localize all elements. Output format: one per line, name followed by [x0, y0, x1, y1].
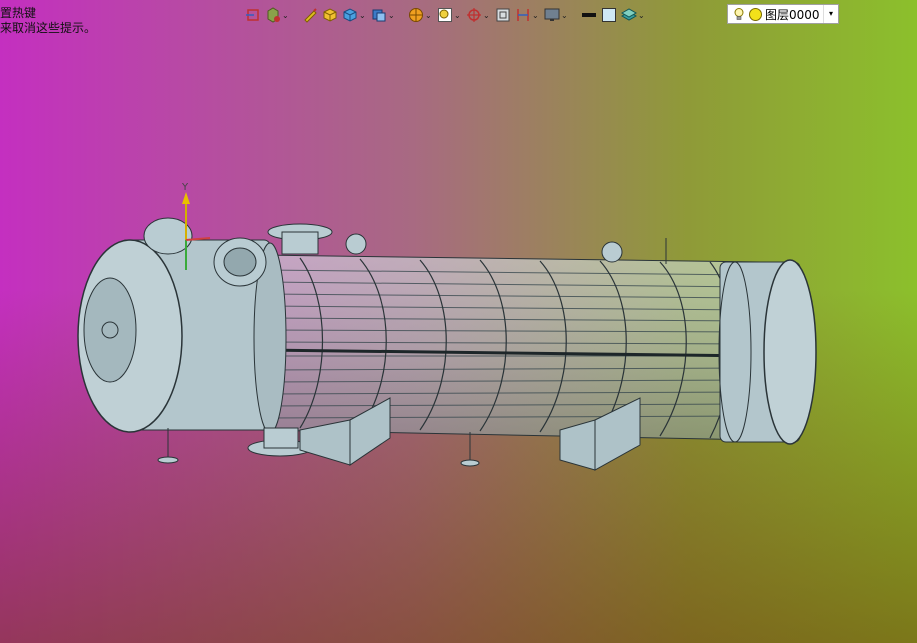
svg-text:Y: Y [181, 182, 189, 193]
fill-color-button[interactable] [600, 4, 618, 26]
rotate-view-button[interactable]: ⌄ [465, 4, 492, 26]
monitor-dropdown-icon: ⌄ [561, 10, 568, 20]
fill-color-icon [602, 8, 616, 22]
line-color-button[interactable] [580, 4, 598, 26]
shell-body [259, 254, 761, 441]
layer-stack-dropdown-icon: ⌄ [638, 10, 645, 20]
zoom-fit-icon [438, 8, 452, 22]
rotate-view-dropdown-icon: ⌄ [483, 10, 490, 20]
cube-3d-icon [343, 8, 357, 22]
lightbulb-icon[interactable] [732, 7, 746, 21]
render-button[interactable]: ⌄ [407, 4, 434, 26]
view-orient-icon [246, 9, 259, 21]
view-orient-button[interactable] [244, 4, 262, 26]
monitor-icon [544, 8, 560, 21]
shaded-cube-icon [323, 8, 337, 22]
render-sphere-icon [409, 8, 423, 22]
shaded-button[interactable] [321, 4, 339, 26]
render-dropdown-icon: ⌄ [425, 10, 432, 20]
heat-exchanger-model[interactable]: Y [0, 0, 917, 643]
hint-line-2: 来取消这些提示。 [0, 21, 97, 35]
cube-3d-button[interactable]: ⌄ [341, 4, 368, 26]
hint-text: 置热键 来取消这些提示。 [0, 6, 96, 36]
hint-line-1: 置热键 [0, 6, 37, 20]
line-color-icon [582, 13, 596, 17]
layer-select[interactable]: 图层0000 ▾ [727, 4, 839, 24]
rotate-view-icon [467, 8, 481, 22]
section-view-button[interactable]: ⌄ [370, 4, 397, 26]
monitor-button[interactable]: ⌄ [543, 4, 570, 26]
cube-3d-dropdown-icon: ⌄ [359, 10, 366, 20]
sketch-button[interactable] [301, 4, 319, 26]
frame-button[interactable] [494, 4, 512, 26]
sketch-pen-icon [304, 8, 317, 23]
layer-stack-icon [621, 8, 637, 21]
view-display-dropdown-icon: ⌄ [282, 10, 289, 20]
zoom-fit-button[interactable]: ⌄ [436, 4, 463, 26]
layer-dropdown-arrow-icon[interactable]: ▾ [823, 5, 838, 23]
dimension-button[interactable]: ⌄ [514, 4, 541, 26]
view-display-icon [267, 7, 280, 23]
right-channel-head [718, 259, 817, 445]
layer-name: 图层0000 [765, 7, 820, 22]
heads-up-toolbar: ⌄ ⌄ ⌄ ⌄ ⌄ ⌄ ⌄ ⌄ ⌄ [244, 3, 647, 27]
view-display-button[interactable]: ⌄ [264, 4, 291, 26]
layer-stack-button[interactable]: ⌄ [620, 4, 647, 26]
dimension-icon [517, 9, 529, 21]
frame-icon [496, 8, 510, 22]
dimension-dropdown-icon: ⌄ [532, 10, 539, 20]
layer-visibility-icon[interactable] [749, 7, 762, 21]
section-view-dropdown-icon: ⌄ [388, 10, 395, 20]
section-view-icon [372, 9, 386, 22]
zoom-fit-dropdown-icon: ⌄ [454, 10, 461, 20]
